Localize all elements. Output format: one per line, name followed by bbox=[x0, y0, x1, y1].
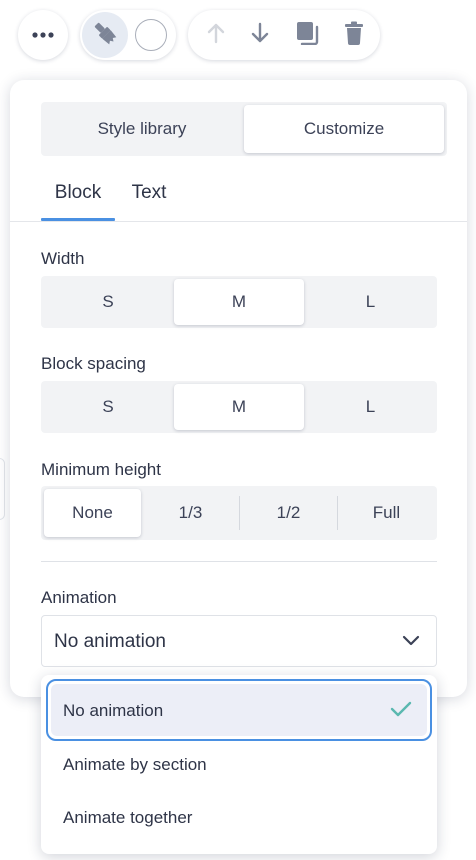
more-button-pill[interactable] bbox=[18, 10, 68, 60]
style-toolbar-group bbox=[80, 10, 176, 60]
paintbrush-icon bbox=[92, 20, 118, 51]
delete-button[interactable] bbox=[331, 10, 377, 60]
block-spacing-option-s-label: S bbox=[102, 397, 114, 416]
minimum-height-option-full[interactable]: Full bbox=[338, 486, 435, 540]
minimum-height-option-one-third[interactable]: 1/3 bbox=[142, 486, 239, 540]
tab-text-label: Text bbox=[131, 182, 167, 203]
animation-dropdown-menu: No animation Animate by section Animate … bbox=[41, 675, 437, 854]
block-spacing-segmented-control: S M L bbox=[41, 381, 437, 433]
color-swatch-icon bbox=[135, 19, 167, 51]
animation-option-together[interactable]: Animate together bbox=[41, 792, 437, 844]
minimum-height-option-none-label: None bbox=[72, 503, 113, 522]
width-option-s[interactable]: S bbox=[41, 276, 175, 328]
section-divider bbox=[41, 561, 437, 562]
tab-style-library[interactable]: Style library bbox=[41, 102, 243, 156]
tab-block[interactable]: Block bbox=[41, 182, 115, 220]
animation-select[interactable]: No animation bbox=[41, 615, 437, 667]
minimum-height-label: Minimum height bbox=[41, 460, 161, 479]
block-spacing-option-m[interactable]: M bbox=[174, 384, 304, 430]
duplicate-icon bbox=[295, 21, 319, 50]
animation-select-value: No animation bbox=[54, 631, 166, 652]
tab-style-library-label: Style library bbox=[97, 119, 187, 138]
style-button[interactable] bbox=[82, 12, 128, 58]
arrow-up-icon bbox=[206, 22, 226, 49]
more-horizontal-icon[interactable] bbox=[18, 10, 68, 60]
move-up-button[interactable] bbox=[193, 10, 239, 60]
tab-customize-label: Customize bbox=[303, 119, 385, 138]
block-spacing-label: Block spacing bbox=[41, 354, 146, 373]
minimum-height-option-none[interactable]: None bbox=[44, 489, 141, 537]
checkmark-icon bbox=[390, 701, 412, 722]
block-spacing-option-l[interactable]: L bbox=[304, 381, 437, 433]
trash-icon bbox=[344, 21, 364, 50]
move-down-button[interactable] bbox=[237, 10, 283, 60]
chevron-down-icon bbox=[402, 634, 420, 652]
minimum-height-option-half[interactable]: 1/2 bbox=[240, 486, 337, 540]
color-swatch-button[interactable] bbox=[134, 18, 168, 52]
animation-label: Animation bbox=[41, 588, 117, 607]
block-spacing-option-s[interactable]: S bbox=[41, 381, 175, 433]
width-label: Width bbox=[41, 249, 85, 268]
block-spacing-option-m-label: M bbox=[231, 397, 247, 416]
minimum-height-option-one-third-label: 1/3 bbox=[178, 503, 203, 522]
width-option-l-label: L bbox=[365, 292, 376, 311]
animation-option-label: Animate by section bbox=[63, 755, 207, 774]
style-panel: Style library Customize Block Text Width… bbox=[10, 80, 467, 697]
mode-tabs: Style library Customize bbox=[41, 102, 447, 156]
arrow-down-icon bbox=[250, 22, 270, 49]
minimum-height-segmented-control: None 1/3 1/2 Full bbox=[41, 486, 437, 540]
tab-customize[interactable]: Customize bbox=[244, 105, 444, 153]
duplicate-button[interactable] bbox=[284, 10, 330, 60]
minimum-height-option-full-label: Full bbox=[372, 503, 401, 522]
block-spacing-option-l-label: L bbox=[365, 397, 376, 416]
animation-option-no-animation[interactable]: No animation bbox=[46, 679, 432, 741]
width-option-s-label: S bbox=[102, 292, 114, 311]
tabs-divider bbox=[10, 221, 467, 222]
width-option-m[interactable]: M bbox=[174, 279, 304, 325]
block-actions-group bbox=[188, 10, 380, 60]
width-option-l[interactable]: L bbox=[304, 276, 437, 328]
animation-option-label: No animation bbox=[63, 701, 164, 720]
minimum-height-option-half-label: 1/2 bbox=[276, 503, 301, 522]
tab-text[interactable]: Text bbox=[123, 182, 175, 220]
left-edge-handle bbox=[0, 458, 5, 520]
animation-option-by-section[interactable]: Animate by section bbox=[41, 739, 437, 791]
tab-block-label: Block bbox=[54, 182, 102, 203]
width-option-m-label: M bbox=[231, 292, 247, 311]
animation-option-label: Animate together bbox=[63, 808, 193, 827]
width-segmented-control: S M L bbox=[41, 276, 437, 328]
